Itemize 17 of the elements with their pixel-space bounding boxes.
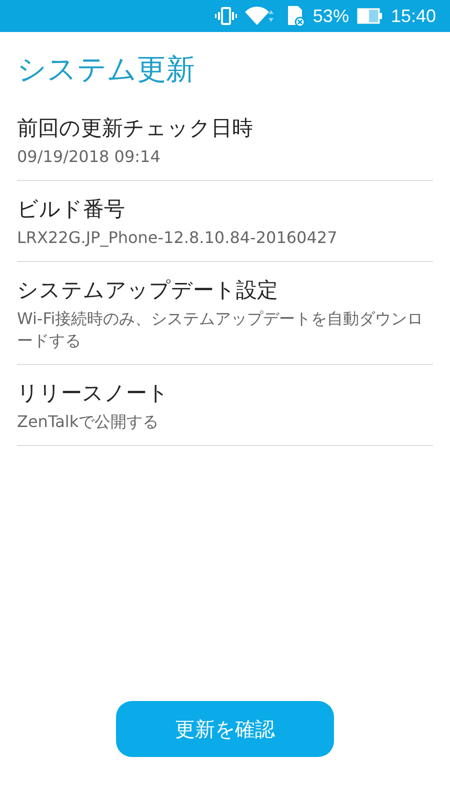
settings-item[interactable]: システムアップデート設定 Wi-Fi接続時のみ、システムアップデートを自動ダウンロードする (17, 262, 433, 365)
settings-item[interactable]: 前回の更新チェック日時 09/19/2018 09:14 (17, 100, 433, 181)
item-title: ビルド番号 (17, 196, 126, 223)
item-subtitle: 09/19/2018 09:14 (17, 146, 162, 168)
settings-item[interactable]: リリースノート ZenTalkで公開する (17, 365, 433, 446)
item-title: リリースノート (17, 380, 170, 407)
settings-item[interactable]: ビルド番号 LRX22G.JP_Phone-12.8.10.84-20160427 (17, 181, 433, 262)
item-subtitle: LRX22G.JP_Phone-12.8.10.84-20160427 (17, 227, 338, 249)
page-title: システム更新 (17, 51, 196, 88)
battery-percent: 53% (312, 6, 349, 26)
item-title: 前回の更新チェック日時 (17, 115, 254, 142)
vibrate-icon (214, 6, 237, 26)
item-subtitle: Wi-Fi接続時のみ、システムアップデートを自動ダウンロードする (17, 308, 424, 352)
item-subtitle: ZenTalkで公開する (17, 411, 160, 433)
battery-icon (356, 8, 383, 24)
clock: 15:40 (390, 6, 436, 26)
item-title: システムアップデート設定 (17, 277, 279, 304)
